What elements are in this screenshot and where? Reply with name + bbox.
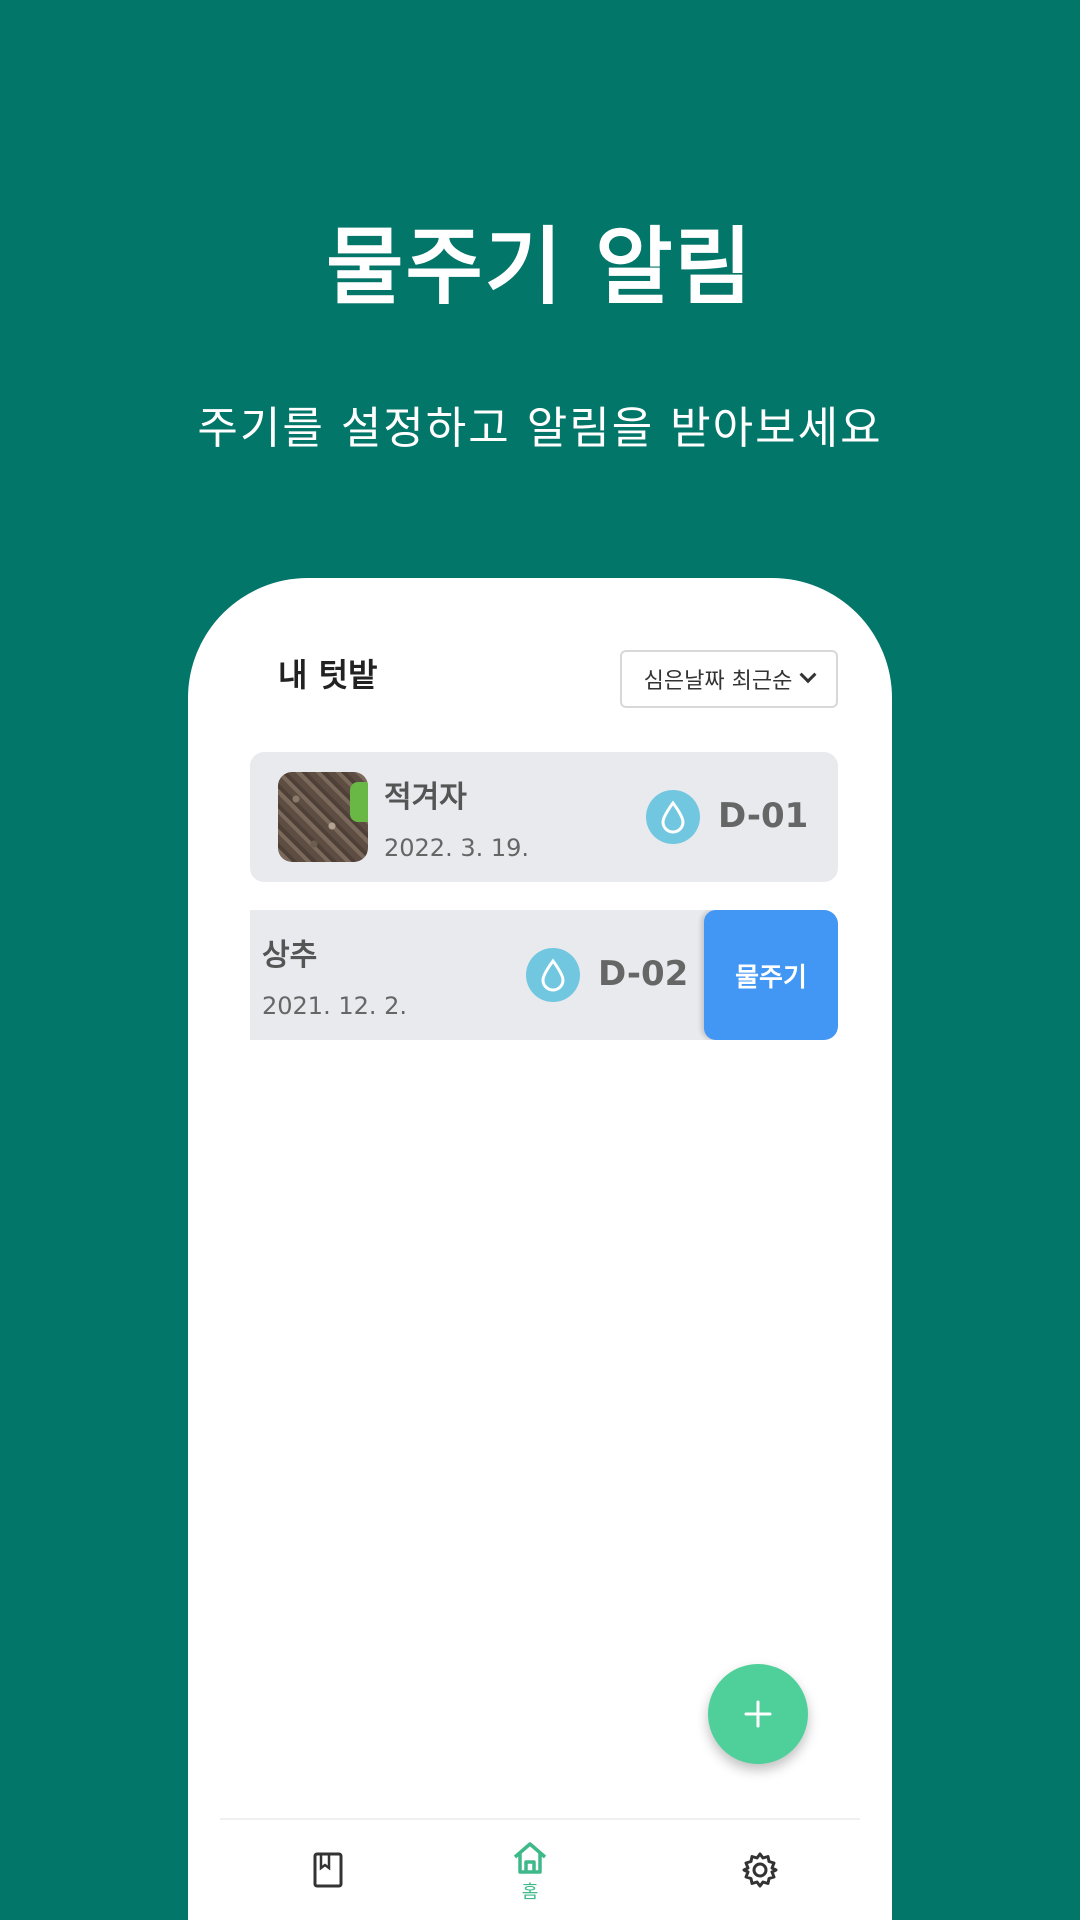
nav-home-label: 홈 <box>521 1882 539 1903</box>
page-title: 내 텃밭 <box>278 656 378 694</box>
add-plant-button[interactable] <box>708 1664 808 1764</box>
plus-icon <box>744 1700 772 1728</box>
bottom-nav: 홈 <box>220 1818 860 1920</box>
sort-selected-label: 심은날짜 최근순 <box>643 669 793 694</box>
dday-label: D-02 <box>598 954 689 994</box>
nav-item-settings[interactable] <box>740 1850 780 1890</box>
home-icon <box>513 1842 547 1874</box>
plant-photo <box>278 772 368 862</box>
book-icon <box>313 1852 343 1888</box>
nav-item-book[interactable] <box>310 1850 346 1890</box>
water-button[interactable]: 물주기 <box>704 910 838 1040</box>
gear-icon <box>742 1852 778 1888</box>
plant-date: 2022. 3. 19. <box>384 834 530 862</box>
water-drop-icon <box>526 948 580 1002</box>
hero-subtitle: 주기를 설정하고 알림을 받아보세요 <box>197 403 883 454</box>
hero-title: 물주기 알림 <box>326 218 754 316</box>
chevron-down-icon <box>799 666 817 684</box>
dday-label: D-01 <box>718 796 809 836</box>
plant-date: 2021. 12. 2. <box>262 992 408 1020</box>
plant-name: 적겨자 <box>384 780 467 815</box>
sort-dropdown[interactable]: 심은날짜 최근순 <box>620 650 838 708</box>
plant-name: 상추 <box>262 938 318 973</box>
plant-card[interactable]: 상추 2021. 12. 2. D-02 물주기 <box>250 910 838 1040</box>
nav-item-home[interactable]: 홈 <box>500 1840 560 1904</box>
phone-screen: 내 텃밭 심은날짜 최근순 적겨자 2022. 3. 19. D-01 상추 2… <box>188 578 892 1920</box>
water-drop-icon <box>646 790 700 844</box>
plant-card[interactable]: 적겨자 2022. 3. 19. D-01 <box>250 752 838 882</box>
